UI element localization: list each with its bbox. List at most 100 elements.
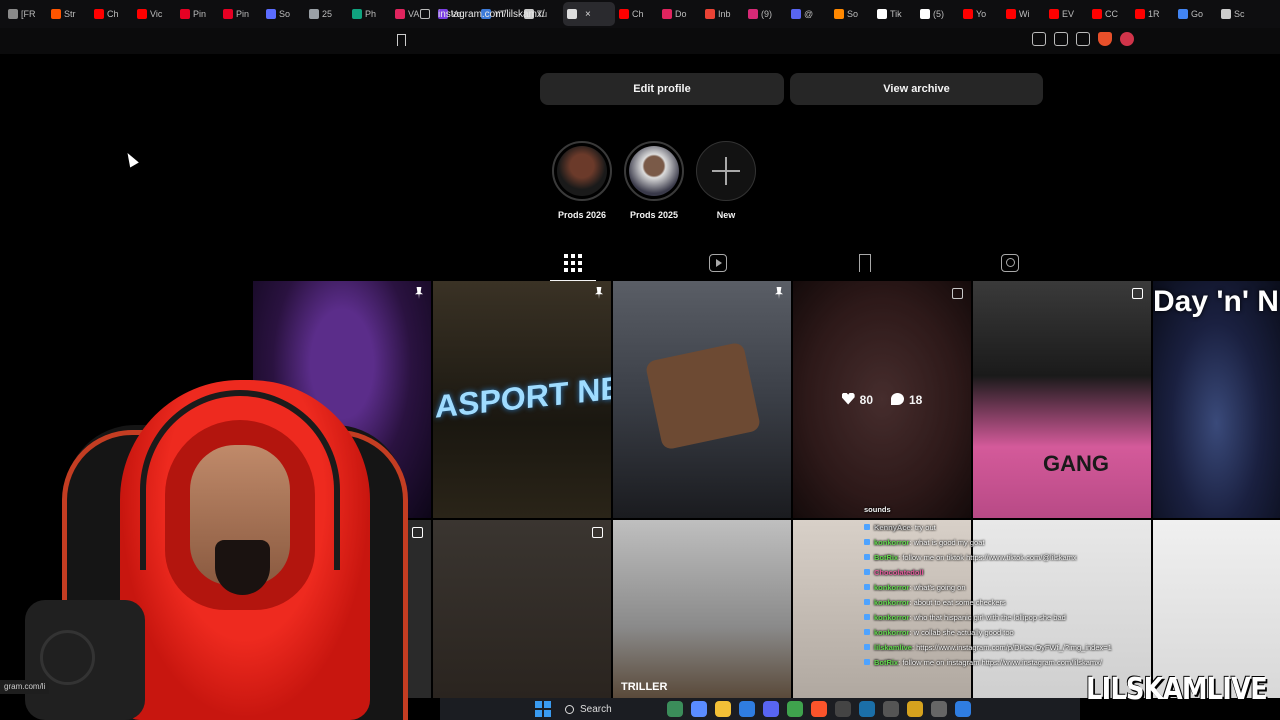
browser-tab[interactable]: Ph (348, 2, 391, 26)
highlight-cover-image (557, 146, 607, 196)
taskbar-search[interactable]: Search (559, 700, 659, 718)
browser-tab-label: So (279, 9, 291, 19)
pinterest-icon (223, 9, 233, 19)
windows-start-icon[interactable] (535, 701, 551, 717)
reels-icon[interactable] (709, 254, 727, 272)
browser-tab[interactable]: Vic (133, 2, 176, 26)
post-money-shape (644, 341, 762, 451)
post-title-text: TRILLER (621, 681, 668, 693)
chat-badge-icon (864, 524, 870, 530)
browser-tab-label: Go (1191, 9, 1204, 19)
pin-icon (415, 287, 423, 299)
plus-icon (712, 157, 740, 185)
chat-message: konkorror: who that hispanic girl with t… (864, 610, 1164, 625)
highlight-cover-ring (624, 141, 684, 201)
chat-username: konkorror (874, 628, 910, 637)
browser-tab[interactable]: 25 (305, 2, 348, 26)
chat-username: KennyAce (874, 523, 911, 532)
view-archive-button[interactable]: View archive (790, 73, 1043, 105)
post-tile[interactable]: 80 18 (793, 281, 971, 518)
highlight-cover-ring (552, 141, 612, 201)
app-icon[interactable] (907, 701, 923, 717)
cast-icon[interactable] (1054, 32, 1068, 46)
site-info-icon[interactable] (420, 9, 430, 19)
chat-username: konkorror (874, 598, 910, 607)
chat-text: : w collab she actually good too (909, 628, 1014, 637)
browser-tab[interactable]: Sc (1217, 2, 1260, 26)
share-icon[interactable] (1076, 32, 1090, 46)
chat-badge-icon (864, 584, 870, 590)
browser-tab-label: [FR (21, 9, 36, 19)
edit-profile-button[interactable]: Edit profile (540, 73, 784, 105)
pinterest-icon (180, 9, 190, 19)
brave-shields-icon[interactable] (1098, 32, 1112, 46)
zoom-icon[interactable] (1032, 32, 1046, 46)
highlight-label: New (716, 210, 736, 220)
chat-message: konkorror: what's going on (864, 580, 1164, 595)
app-icon (395, 9, 405, 19)
browser-tab[interactable]: Ch (90, 2, 133, 26)
microphone-arm (40, 630, 95, 685)
steam-icon[interactable] (859, 701, 875, 717)
browser-tab[interactable]: So (262, 2, 305, 26)
browser-tab-label: Sc (1234, 9, 1245, 19)
chat-username: BotRix (874, 658, 899, 667)
post-tile[interactable]: Day 'n' N (1153, 281, 1280, 518)
chat-username: konkorror (874, 613, 910, 622)
widgets-icon[interactable] (667, 701, 683, 717)
chat-text: : what is good my goat (909, 538, 985, 547)
file-explorer-icon[interactable] (715, 701, 731, 717)
url-text[interactable]: instagram.com/lilskamx/ (438, 9, 545, 20)
chat-username: Chocolatedoll (874, 568, 924, 577)
chat-text: : https://www.instagram.com/p/DUea OyFWf… (911, 643, 1112, 652)
brave-icon[interactable] (811, 701, 827, 717)
app-icon[interactable] (883, 701, 899, 717)
post-title-text: Day 'n' N (1153, 285, 1279, 318)
chat-username: lilskamlive (874, 643, 912, 652)
chat-message: konkorror: what is good my goat (864, 535, 1164, 550)
posts-grid-icon[interactable] (550, 254, 596, 281)
app-icon[interactable] (787, 701, 803, 717)
chat-badge-icon (864, 659, 870, 665)
post-tile[interactable] (613, 281, 791, 518)
carousel-icon (592, 527, 603, 538)
windows-taskbar: Search (440, 698, 1080, 720)
post-tile[interactable]: TRILLER (613, 520, 791, 698)
chat-message: konkorror: about to eat some checkers (864, 595, 1164, 610)
chat-text: : about to eat some checkers (909, 598, 1006, 607)
link-status-url: gram.com/li (0, 680, 50, 694)
webcam-overlay (0, 370, 470, 720)
browser-tab[interactable]: Pin (176, 2, 219, 26)
brave-rewards-icon[interactable] (1120, 32, 1134, 46)
saved-icon[interactable] (859, 254, 871, 272)
post-tile[interactable]: GANG (973, 281, 1151, 518)
highlight-new[interactable]: New (695, 141, 757, 220)
highlight-prods-2025[interactable]: Prods 2025 (623, 141, 685, 220)
chat-username: konkorror (874, 583, 910, 592)
post-title-text: GANG (1043, 451, 1109, 476)
copilot-icon[interactable] (691, 701, 707, 717)
chat-title: sounds (864, 505, 891, 514)
chat-username: BotRix (874, 553, 899, 562)
chat-badge-icon (864, 629, 870, 635)
chat-text: : follow me on tiktok https://www.tiktok… (898, 553, 1077, 562)
app-icon[interactable] (955, 701, 971, 717)
browser-tab[interactable]: [FR (4, 2, 47, 26)
bookmark-icon[interactable] (397, 34, 406, 46)
browser-tab-label: Vic (150, 9, 163, 19)
tagged-icon[interactable] (1001, 254, 1019, 272)
browser-tab-label: Ph (365, 9, 377, 19)
discord-icon[interactable] (763, 701, 779, 717)
highlight-prods-2026[interactable]: Prods 2026 (551, 141, 613, 220)
app-icon[interactable] (931, 701, 947, 717)
browser-tab[interactable]: Str (47, 2, 90, 26)
pin-icon (595, 287, 603, 299)
address-bar-actions (1032, 32, 1134, 46)
search-icon (565, 704, 574, 714)
store-icon[interactable] (739, 701, 755, 717)
url-field[interactable]: instagram.com/lilskamx/ (420, 5, 1140, 23)
obs-icon[interactable] (835, 701, 851, 717)
browser-tab[interactable]: Pin (219, 2, 262, 26)
browser-tab[interactable]: Go (1174, 2, 1217, 26)
chat-badge-icon (864, 539, 870, 545)
